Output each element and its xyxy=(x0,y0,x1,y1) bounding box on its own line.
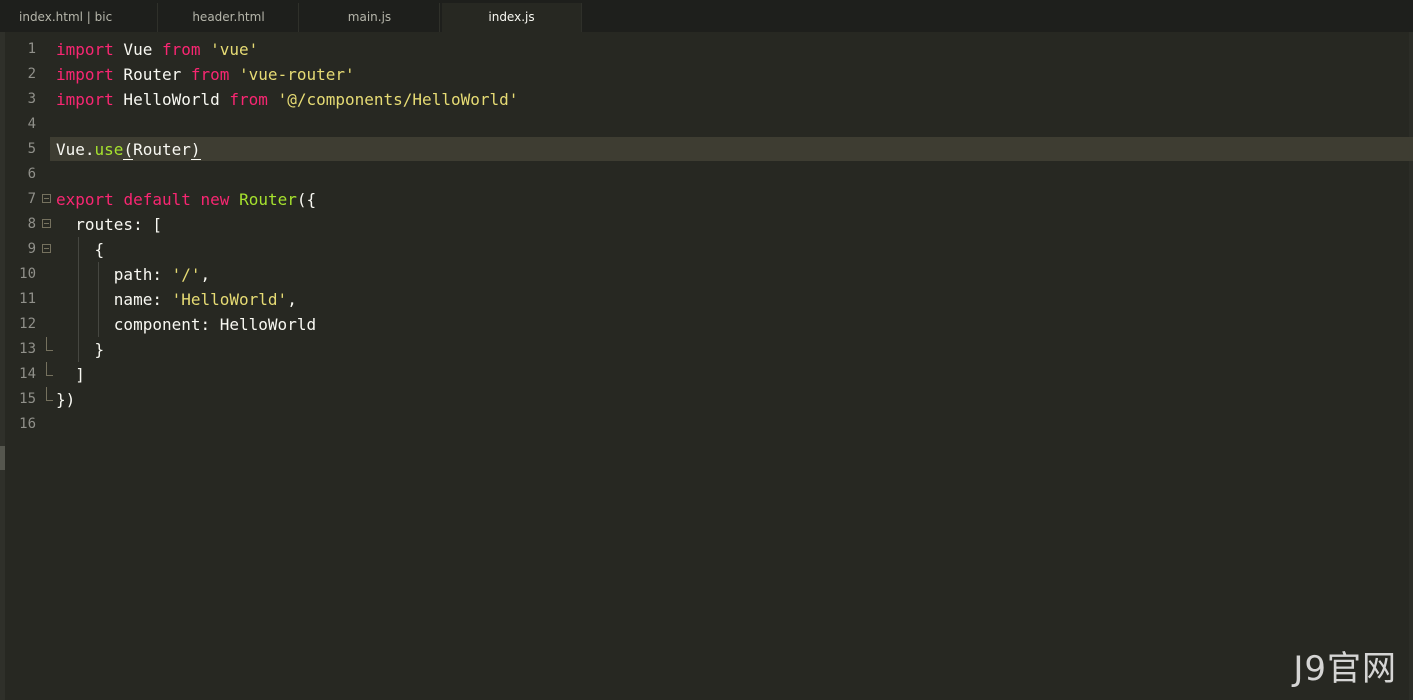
code-line[interactable]: 1 import Vue from 'vue' xyxy=(0,37,1413,62)
fold-toggle-icon[interactable] xyxy=(42,219,51,228)
code-token: from xyxy=(161,40,201,59)
code-token: } xyxy=(56,340,105,359)
code-text: name: 'HelloWorld', xyxy=(56,287,297,312)
code-text: import HelloWorld from '@/components/Hel… xyxy=(56,87,518,112)
code-token: }) xyxy=(56,390,76,409)
line-number: 2 xyxy=(27,66,36,82)
code-text: component: HelloWorld xyxy=(56,312,316,337)
tab-bar: index.html | bic header.html main.js ind… xyxy=(0,0,1413,33)
code-token: Router xyxy=(133,140,191,159)
line-number: 11 xyxy=(19,291,36,307)
code-token: Router xyxy=(239,190,297,209)
code-line[interactable]: 2 import Router from 'vue-router' xyxy=(0,62,1413,87)
code-line[interactable]: 3 import HelloWorld from '@/components/He… xyxy=(0,87,1413,112)
code-token: , xyxy=(200,265,211,284)
code-line[interactable]: 16 xyxy=(0,412,1413,437)
code-text: ] xyxy=(56,362,85,387)
code-text: } xyxy=(56,337,105,362)
code-line[interactable]: 15}) xyxy=(0,387,1413,412)
code-line[interactable]: 13 } xyxy=(0,337,1413,362)
code-token: , xyxy=(287,290,297,309)
line-number: 14 xyxy=(19,366,36,382)
code-line[interactable]: 8 routes: [ xyxy=(0,212,1413,237)
fold-toggle-icon[interactable] xyxy=(42,244,51,253)
code-line[interactable]: 10 path: '/', xyxy=(0,262,1413,287)
line-number: 16 xyxy=(19,416,36,432)
watermark-logo: J9官网 xyxy=(1293,649,1397,689)
code-line[interactable]: 7 export default new Router({ xyxy=(0,187,1413,212)
code-token: '/' xyxy=(171,265,201,284)
tab-main-js[interactable]: main.js xyxy=(300,3,440,32)
code-token: export xyxy=(56,190,114,209)
line-number: 10 xyxy=(19,266,36,282)
line-number: 15 xyxy=(19,391,36,407)
line-number: 7 xyxy=(27,191,36,207)
line-number: 3 xyxy=(27,91,36,107)
code-token: 'HelloWorld' xyxy=(171,290,288,309)
code-token: import xyxy=(56,40,114,59)
left-scroll-marker[interactable] xyxy=(0,446,5,470)
code-line[interactable]: 5 Vue.use(Router) xyxy=(0,137,1413,162)
code-text: Vue.use(Router) xyxy=(56,137,201,162)
line-number: 13 xyxy=(19,341,36,357)
code-token: component: HelloWorld xyxy=(56,315,317,334)
code-token: default xyxy=(123,190,191,209)
code-token: Router xyxy=(113,65,191,84)
line-number: 9 xyxy=(27,241,36,257)
line-number: 8 xyxy=(27,216,36,232)
code-token: ( xyxy=(123,140,134,160)
code-token: routes: [ xyxy=(56,215,162,234)
code-token: new xyxy=(200,190,230,209)
code-token: { xyxy=(56,240,105,259)
tab-index-js[interactable]: index.js xyxy=(442,3,582,32)
code-text: { xyxy=(56,237,105,262)
code-text: export default new Router({ xyxy=(56,187,316,212)
code-token: HelloWorld xyxy=(113,90,230,109)
code-text: }) xyxy=(56,387,75,412)
code-token: from xyxy=(190,65,230,84)
code-token: import xyxy=(56,90,114,109)
code-text: path: '/', xyxy=(56,262,210,287)
code-line[interactable]: 6 xyxy=(0,162,1413,187)
fold-end-marker-icon xyxy=(46,337,53,351)
code-line[interactable]: 12 component: HelloWorld xyxy=(0,312,1413,337)
code-token: Vue. xyxy=(56,140,95,159)
fold-toggle-icon[interactable] xyxy=(42,194,51,203)
code-line[interactable]: 11 name: 'HelloWorld', xyxy=(0,287,1413,312)
code-token: Vue xyxy=(113,40,162,59)
code-token: use xyxy=(94,140,124,159)
code-line[interactable]: 14 ] xyxy=(0,362,1413,387)
fold-end-marker-icon xyxy=(46,362,53,376)
code-token: ) xyxy=(190,140,201,160)
code-line[interactable]: 9 { xyxy=(0,237,1413,262)
code-token: import xyxy=(56,65,114,84)
line-number: 5 xyxy=(27,141,36,157)
code-token: 'vue-router' xyxy=(239,65,355,84)
tab-header-html[interactable]: header.html xyxy=(159,3,299,32)
code-token: name: xyxy=(56,290,172,309)
code-text: import Router from 'vue-router' xyxy=(56,62,355,87)
line-number: 4 xyxy=(27,116,36,132)
code-token: from xyxy=(229,90,268,109)
code-token: ({ xyxy=(296,190,317,209)
code-line[interactable]: 4 xyxy=(0,112,1413,137)
code-token: path: xyxy=(56,265,172,284)
line-number: 6 xyxy=(27,166,36,182)
line-number: 1 xyxy=(27,41,36,57)
code-text: routes: [ xyxy=(56,212,162,237)
line-number: 12 xyxy=(19,316,36,332)
tab-index-html[interactable]: index.html | bic xyxy=(3,3,158,32)
code-token: 'vue' xyxy=(210,40,259,59)
code-token: ] xyxy=(56,365,85,384)
fold-end-marker-icon xyxy=(46,387,53,401)
code-token: '@/components/HelloWorld' xyxy=(277,90,519,109)
code-text: import Vue from 'vue' xyxy=(56,37,258,62)
